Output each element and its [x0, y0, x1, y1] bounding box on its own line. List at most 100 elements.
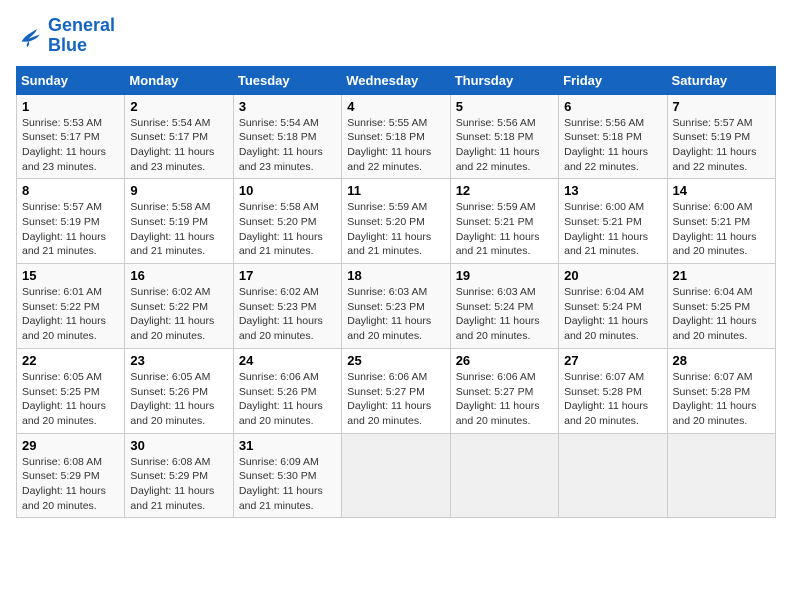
calendar-cell: 15 Sunrise: 6:01 AMSunset: 5:22 PMDaylig… [17, 264, 125, 349]
day-number: 22 [22, 353, 119, 368]
day-number: 28 [673, 353, 770, 368]
day-info: Sunrise: 6:08 AMSunset: 5:29 PMDaylight:… [22, 456, 106, 512]
day-number: 18 [347, 268, 444, 283]
calendar-cell: 16 Sunrise: 6:02 AMSunset: 5:22 PMDaylig… [125, 264, 233, 349]
calendar-week-row: 8 Sunrise: 5:57 AMSunset: 5:19 PMDayligh… [17, 179, 776, 264]
day-info: Sunrise: 6:00 AMSunset: 5:21 PMDaylight:… [673, 201, 757, 257]
day-info: Sunrise: 6:07 AMSunset: 5:28 PMDaylight:… [673, 371, 757, 427]
calendar-cell: 27 Sunrise: 6:07 AMSunset: 5:28 PMDaylig… [559, 348, 667, 433]
day-info: Sunrise: 5:58 AMSunset: 5:19 PMDaylight:… [130, 201, 214, 257]
calendar-cell: 31 Sunrise: 6:09 AMSunset: 5:30 PMDaylig… [233, 433, 341, 518]
calendar-cell: 11 Sunrise: 5:59 AMSunset: 5:20 PMDaylig… [342, 179, 450, 264]
calendar-cell: 30 Sunrise: 6:08 AMSunset: 5:29 PMDaylig… [125, 433, 233, 518]
day-info: Sunrise: 6:05 AMSunset: 5:25 PMDaylight:… [22, 371, 106, 427]
calendar-cell: 21 Sunrise: 6:04 AMSunset: 5:25 PMDaylig… [667, 264, 775, 349]
day-info: Sunrise: 5:59 AMSunset: 5:20 PMDaylight:… [347, 201, 431, 257]
calendar-cell: 14 Sunrise: 6:00 AMSunset: 5:21 PMDaylig… [667, 179, 775, 264]
day-number: 31 [239, 438, 336, 453]
day-info: Sunrise: 6:02 AMSunset: 5:22 PMDaylight:… [130, 286, 214, 342]
day-number: 1 [22, 99, 119, 114]
calendar-table: SundayMondayTuesdayWednesdayThursdayFrid… [16, 66, 776, 519]
day-number: 29 [22, 438, 119, 453]
day-info: Sunrise: 5:54 AMSunset: 5:18 PMDaylight:… [239, 117, 323, 173]
header-tuesday: Tuesday [233, 66, 341, 94]
day-info: Sunrise: 6:08 AMSunset: 5:29 PMDaylight:… [130, 456, 214, 512]
header-friday: Friday [559, 66, 667, 94]
page-header: General Blue [16, 16, 776, 56]
calendar-cell [450, 433, 558, 518]
day-number: 6 [564, 99, 661, 114]
day-number: 9 [130, 183, 227, 198]
day-info: Sunrise: 5:54 AMSunset: 5:17 PMDaylight:… [130, 117, 214, 173]
day-info: Sunrise: 6:04 AMSunset: 5:25 PMDaylight:… [673, 286, 757, 342]
day-number: 7 [673, 99, 770, 114]
calendar-cell: 3 Sunrise: 5:54 AMSunset: 5:18 PMDayligh… [233, 94, 341, 179]
header-monday: Monday [125, 66, 233, 94]
calendar-cell: 24 Sunrise: 6:06 AMSunset: 5:26 PMDaylig… [233, 348, 341, 433]
calendar-cell [342, 433, 450, 518]
calendar-week-row: 15 Sunrise: 6:01 AMSunset: 5:22 PMDaylig… [17, 264, 776, 349]
day-number: 30 [130, 438, 227, 453]
calendar-cell: 2 Sunrise: 5:54 AMSunset: 5:17 PMDayligh… [125, 94, 233, 179]
calendar-cell: 20 Sunrise: 6:04 AMSunset: 5:24 PMDaylig… [559, 264, 667, 349]
calendar-week-row: 22 Sunrise: 6:05 AMSunset: 5:25 PMDaylig… [17, 348, 776, 433]
day-info: Sunrise: 6:06 AMSunset: 5:27 PMDaylight:… [347, 371, 431, 427]
calendar-cell: 28 Sunrise: 6:07 AMSunset: 5:28 PMDaylig… [667, 348, 775, 433]
logo: General Blue [16, 16, 115, 56]
day-number: 14 [673, 183, 770, 198]
calendar-cell [559, 433, 667, 518]
day-info: Sunrise: 5:53 AMSunset: 5:17 PMDaylight:… [22, 117, 106, 173]
calendar-cell: 29 Sunrise: 6:08 AMSunset: 5:29 PMDaylig… [17, 433, 125, 518]
day-info: Sunrise: 5:57 AMSunset: 5:19 PMDaylight:… [673, 117, 757, 173]
calendar-cell: 18 Sunrise: 6:03 AMSunset: 5:23 PMDaylig… [342, 264, 450, 349]
calendar-week-row: 29 Sunrise: 6:08 AMSunset: 5:29 PMDaylig… [17, 433, 776, 518]
day-number: 2 [130, 99, 227, 114]
day-info: Sunrise: 6:06 AMSunset: 5:26 PMDaylight:… [239, 371, 323, 427]
calendar-cell [667, 433, 775, 518]
calendar-cell: 6 Sunrise: 5:56 AMSunset: 5:18 PMDayligh… [559, 94, 667, 179]
day-number: 3 [239, 99, 336, 114]
day-info: Sunrise: 5:57 AMSunset: 5:19 PMDaylight:… [22, 201, 106, 257]
day-info: Sunrise: 5:59 AMSunset: 5:21 PMDaylight:… [456, 201, 540, 257]
day-number: 13 [564, 183, 661, 198]
day-info: Sunrise: 6:03 AMSunset: 5:24 PMDaylight:… [456, 286, 540, 342]
day-info: Sunrise: 6:03 AMSunset: 5:23 PMDaylight:… [347, 286, 431, 342]
day-number: 23 [130, 353, 227, 368]
calendar-cell: 22 Sunrise: 6:05 AMSunset: 5:25 PMDaylig… [17, 348, 125, 433]
day-number: 17 [239, 268, 336, 283]
day-number: 19 [456, 268, 553, 283]
day-info: Sunrise: 6:05 AMSunset: 5:26 PMDaylight:… [130, 371, 214, 427]
day-number: 4 [347, 99, 444, 114]
day-info: Sunrise: 6:04 AMSunset: 5:24 PMDaylight:… [564, 286, 648, 342]
calendar-cell: 1 Sunrise: 5:53 AMSunset: 5:17 PMDayligh… [17, 94, 125, 179]
day-info: Sunrise: 6:07 AMSunset: 5:28 PMDaylight:… [564, 371, 648, 427]
calendar-cell: 19 Sunrise: 6:03 AMSunset: 5:24 PMDaylig… [450, 264, 558, 349]
calendar-cell: 7 Sunrise: 5:57 AMSunset: 5:19 PMDayligh… [667, 94, 775, 179]
day-number: 25 [347, 353, 444, 368]
day-number: 5 [456, 99, 553, 114]
day-info: Sunrise: 6:01 AMSunset: 5:22 PMDaylight:… [22, 286, 106, 342]
calendar-cell: 9 Sunrise: 5:58 AMSunset: 5:19 PMDayligh… [125, 179, 233, 264]
header-wednesday: Wednesday [342, 66, 450, 94]
day-number: 16 [130, 268, 227, 283]
day-number: 20 [564, 268, 661, 283]
calendar-header-row: SundayMondayTuesdayWednesdayThursdayFrid… [17, 66, 776, 94]
day-info: Sunrise: 5:56 AMSunset: 5:18 PMDaylight:… [456, 117, 540, 173]
calendar-cell: 13 Sunrise: 6:00 AMSunset: 5:21 PMDaylig… [559, 179, 667, 264]
day-number: 24 [239, 353, 336, 368]
day-info: Sunrise: 6:06 AMSunset: 5:27 PMDaylight:… [456, 371, 540, 427]
day-number: 27 [564, 353, 661, 368]
calendar-cell: 26 Sunrise: 6:06 AMSunset: 5:27 PMDaylig… [450, 348, 558, 433]
day-number: 10 [239, 183, 336, 198]
day-info: Sunrise: 5:55 AMSunset: 5:18 PMDaylight:… [347, 117, 431, 173]
day-info: Sunrise: 6:00 AMSunset: 5:21 PMDaylight:… [564, 201, 648, 257]
day-number: 12 [456, 183, 553, 198]
header-saturday: Saturday [667, 66, 775, 94]
calendar-cell: 23 Sunrise: 6:05 AMSunset: 5:26 PMDaylig… [125, 348, 233, 433]
header-sunday: Sunday [17, 66, 125, 94]
day-info: Sunrise: 6:02 AMSunset: 5:23 PMDaylight:… [239, 286, 323, 342]
header-thursday: Thursday [450, 66, 558, 94]
calendar-cell: 5 Sunrise: 5:56 AMSunset: 5:18 PMDayligh… [450, 94, 558, 179]
day-number: 15 [22, 268, 119, 283]
calendar-cell: 17 Sunrise: 6:02 AMSunset: 5:23 PMDaylig… [233, 264, 341, 349]
